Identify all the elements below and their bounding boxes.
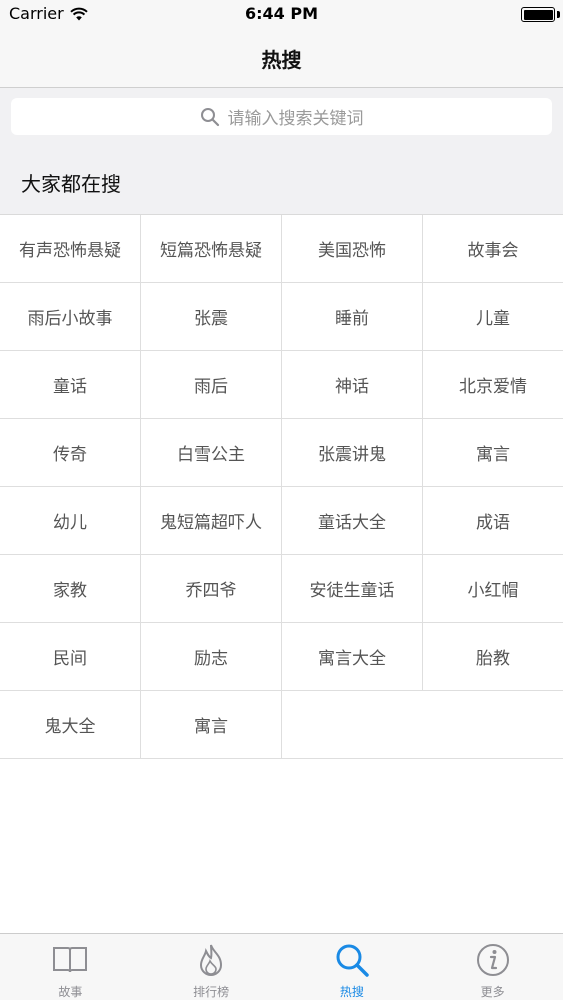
search-input[interactable]: 请输入搜索关键词: [11, 98, 552, 135]
hot-search-tag[interactable]: 神话: [282, 351, 423, 419]
hot-search-tag[interactable]: 家教: [0, 555, 141, 623]
hot-search-tag[interactable]: 故事会: [423, 215, 563, 283]
hot-search-tag[interactable]: 寓言: [423, 419, 563, 487]
grid-empty-area: [282, 691, 563, 759]
page-title: 热搜: [261, 48, 302, 72]
section-header: 大家都在搜: [0, 145, 563, 215]
hot-search-tag[interactable]: 励志: [141, 623, 282, 691]
tab-hot-search[interactable]: 热搜: [282, 934, 423, 1000]
battery-icon: [521, 7, 555, 22]
status-time: 6:44 PM: [244, 4, 318, 23]
tab-bar: 故事 排行榜 热搜 更多: [0, 933, 563, 1000]
hot-search-tag[interactable]: 鬼大全: [0, 691, 141, 759]
flame-icon: [193, 942, 229, 978]
hot-search-grid: 有声恐怖悬疑 短篇恐怖悬疑 美国恐怖 故事会雨后小故事 张震 睡前 儿童童话 雨后 神话 北京爱情…: [0, 215, 563, 759]
search-bar: 请输入搜索关键词: [0, 88, 563, 145]
tab-more[interactable]: 更多: [422, 934, 563, 1000]
status-bar: Carrier 6:44 PM: [0, 0, 563, 30]
hot-search-tag[interactable]: 儿童: [423, 283, 563, 351]
hot-search-tag[interactable]: 白雪公主: [141, 419, 282, 487]
hot-search-tag[interactable]: 胎教: [423, 623, 563, 691]
hot-search-tag[interactable]: 童话: [0, 351, 141, 419]
tab-stories[interactable]: 故事: [0, 934, 141, 1000]
hot-search-tag[interactable]: 雨后: [141, 351, 282, 419]
tab-label: 排行榜: [193, 985, 230, 999]
hot-search-tag[interactable]: 小红帽: [423, 555, 563, 623]
tab-rankings[interactable]: 排行榜: [141, 934, 282, 1000]
book-icon: [52, 942, 88, 978]
tab-label: 更多: [480, 985, 505, 999]
hot-search-tag[interactable]: 寓言大全: [282, 623, 423, 691]
hot-search-tag[interactable]: 成语: [423, 487, 563, 555]
hot-search-tag[interactable]: 睡前: [282, 283, 423, 351]
hot-search-tag[interactable]: 短篇恐怖悬疑: [141, 215, 282, 283]
hot-search-tag[interactable]: 安徒生童话: [282, 555, 423, 623]
hot-search-tag[interactable]: 幼儿: [0, 487, 141, 555]
hot-search-tag[interactable]: 乔四爷: [141, 555, 282, 623]
battery-cap: [557, 11, 560, 18]
section-title: 大家都在搜: [21, 172, 121, 196]
hot-search-tag[interactable]: 美国恐怖: [282, 215, 423, 283]
navigation-bar: 热搜: [0, 30, 563, 88]
hot-search-tag[interactable]: 民间: [0, 623, 141, 691]
hot-search-tag[interactable]: 童话大全: [282, 487, 423, 555]
hot-search-tag[interactable]: 鬼短篇超吓人: [141, 487, 282, 555]
search-icon: [200, 107, 219, 126]
search-icon: [334, 942, 370, 978]
tab-label: 热搜: [339, 985, 364, 999]
tab-label: 故事: [58, 985, 83, 999]
hot-search-tag[interactable]: 雨后小故事: [0, 283, 141, 351]
hot-search-tag[interactable]: 有声恐怖悬疑: [0, 215, 141, 283]
battery-level: [523, 9, 553, 20]
hot-search-tag[interactable]: 寓言: [141, 691, 282, 759]
hot-search-tag[interactable]: 张震讲鬼: [282, 419, 423, 487]
search-placeholder: 请输入搜索关键词: [227, 109, 364, 129]
hot-search-tag[interactable]: 传奇: [0, 419, 141, 487]
hot-search-tag[interactable]: 北京爱情: [423, 351, 563, 419]
info-icon: [475, 942, 511, 978]
hot-search-tag[interactable]: 张震: [141, 283, 282, 351]
